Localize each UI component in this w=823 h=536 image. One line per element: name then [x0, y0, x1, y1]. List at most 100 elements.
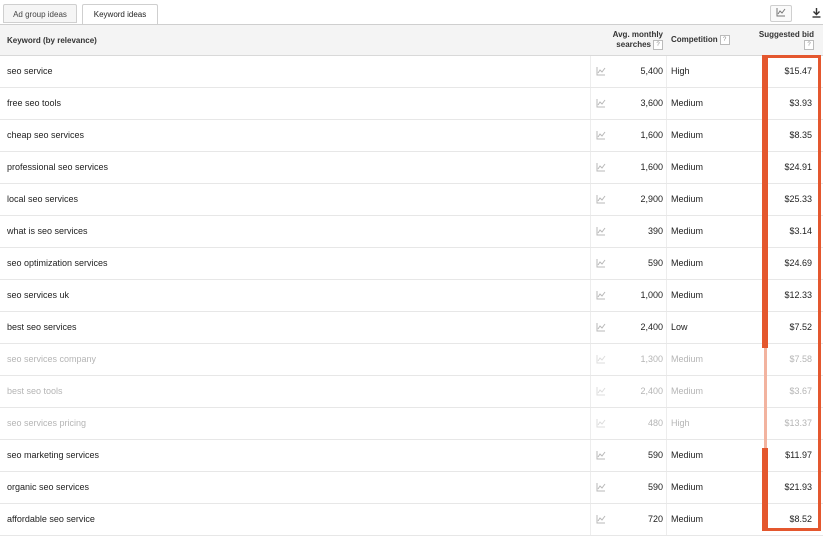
keyword-table-body: seo service 5,400 High $15.47 free seo tools…: [0, 56, 823, 536]
table-row: best seo tools 2,400 Medium $3.67: [0, 376, 823, 408]
competition-cell: High: [671, 418, 690, 428]
keyword-cell[interactable]: what is seo services: [7, 216, 88, 247]
competition-help-icon[interactable]: ?: [719, 35, 730, 45]
keyword-cell[interactable]: organic seo services: [7, 472, 89, 503]
column-divider: [590, 152, 591, 183]
suggested-bid-cell: $7.52: [789, 322, 812, 332]
header-avg-line2: searches?: [603, 40, 663, 50]
trend-chart-icon[interactable]: [596, 504, 608, 535]
trend-chart-icon[interactable]: [596, 344, 608, 375]
table-row: seo marketing services 590 Medium $11.97: [0, 440, 823, 472]
table-row: seo services company 1,300 Medium $7.58: [0, 344, 823, 376]
keyword-cell[interactable]: best seo tools: [7, 376, 63, 407]
table-row: local seo services 2,900 Medium $25.33: [0, 184, 823, 216]
column-divider: [666, 216, 667, 247]
avg-monthly-searches-cell: 1,600: [640, 130, 663, 140]
keyword-cell[interactable]: seo services company: [7, 344, 96, 375]
competition-cell: Medium: [671, 514, 704, 524]
keyword-cell[interactable]: seo service: [7, 56, 53, 87]
avg-help-icon[interactable]: ?: [653, 40, 663, 50]
column-divider: [590, 472, 591, 503]
trend-chart-icon[interactable]: [596, 248, 608, 279]
column-divider: [666, 120, 667, 151]
column-divider: [590, 184, 591, 215]
column-divider: [590, 408, 591, 439]
trend-chart-icon[interactable]: [596, 56, 608, 87]
highlight-box-top: [762, 55, 821, 58]
trend-chart-icon[interactable]: [596, 88, 608, 119]
trend-chart-icon[interactable]: [596, 120, 608, 151]
trend-chart-icon[interactable]: [596, 152, 608, 183]
trend-chart-icon[interactable]: [596, 216, 608, 247]
bid-help-icon[interactable]: ?: [804, 40, 814, 50]
column-divider: [666, 152, 667, 183]
tab-ad-group-ideas[interactable]: Ad group ideas: [3, 4, 77, 23]
trend-chart-icon[interactable]: [596, 280, 608, 311]
avg-monthly-searches-cell: 1,300: [640, 354, 663, 364]
avg-monthly-searches-cell: 720: [647, 514, 663, 524]
column-divider: [666, 184, 667, 215]
keyword-cell[interactable]: seo optimization services: [7, 248, 108, 279]
avg-monthly-searches-cell: 390: [647, 226, 663, 236]
column-divider: [590, 504, 591, 535]
column-divider: [590, 120, 591, 151]
trend-chart-icon[interactable]: [596, 472, 608, 503]
keyword-cell[interactable]: affordable seo service: [7, 504, 95, 535]
highlight-box-right: [818, 55, 821, 531]
column-divider: [666, 344, 667, 375]
column-divider: [590, 56, 591, 87]
header-keyword[interactable]: Keyword (by relevance): [7, 36, 97, 45]
avg-monthly-searches-cell: 590: [647, 482, 663, 492]
avg-monthly-searches-cell: 590: [647, 258, 663, 268]
column-divider: [666, 472, 667, 503]
keyword-cell[interactable]: best seo services: [7, 312, 77, 343]
column-divider: [590, 344, 591, 375]
column-divider: [590, 280, 591, 311]
header-suggested-bid[interactable]: Suggested bid ?: [752, 30, 814, 50]
suggested-bid-cell: $24.91: [784, 162, 812, 172]
highlight-box-left-lower: [762, 448, 768, 530]
table-header: Keyword (by relevance) Avg. monthly sear…: [0, 25, 823, 56]
suggested-bid-cell: $25.33: [784, 194, 812, 204]
competition-cell: Medium: [671, 386, 704, 396]
trend-chart-icon[interactable]: [596, 440, 608, 471]
keyword-cell[interactable]: seo services uk: [7, 280, 69, 311]
download-button[interactable]: [808, 5, 823, 22]
trend-chart-icon[interactable]: [596, 312, 608, 343]
table-row: free seo tools 3,600 Medium $3.93: [0, 88, 823, 120]
column-divider: [590, 248, 591, 279]
keyword-cell[interactable]: professional seo services: [7, 152, 108, 183]
competition-cell: Medium: [671, 258, 704, 268]
keyword-cell[interactable]: seo marketing services: [7, 440, 99, 471]
column-divider: [666, 56, 667, 87]
table-row: best seo services 2,400 Low $7.52: [0, 312, 823, 344]
keyword-cell[interactable]: free seo tools: [7, 88, 61, 119]
tab-keyword-ideas[interactable]: Keyword ideas: [82, 4, 158, 25]
table-row: seo services pricing 480 High $13.37: [0, 408, 823, 440]
suggested-bid-cell: $13.37: [784, 418, 812, 428]
header-competition[interactable]: Competition?: [671, 35, 730, 45]
trend-chart-icon[interactable]: [596, 408, 608, 439]
chart-toggle-button[interactable]: [770, 5, 792, 22]
suggested-bid-cell: $12.33: [784, 290, 812, 300]
competition-cell: Medium: [671, 482, 704, 492]
keyword-cell[interactable]: cheap seo services: [7, 120, 84, 151]
suggested-bid-cell: $3.93: [789, 98, 812, 108]
trend-chart-icon[interactable]: [596, 184, 608, 215]
competition-cell: Medium: [671, 354, 704, 364]
competition-cell: Medium: [671, 162, 704, 172]
competition-cell: Medium: [671, 450, 704, 460]
column-divider: [590, 216, 591, 247]
competition-cell: Medium: [671, 290, 704, 300]
table-row: seo services uk 1,000 Medium $12.33: [0, 280, 823, 312]
keyword-cell[interactable]: seo services pricing: [7, 408, 86, 439]
highlight-box-left: [762, 56, 768, 348]
suggested-bid-cell: $8.35: [789, 130, 812, 140]
download-icon: [812, 7, 821, 20]
trend-chart-icon[interactable]: [596, 376, 608, 407]
keyword-cell[interactable]: local seo services: [7, 184, 78, 215]
suggested-bid-cell: $24.69: [784, 258, 812, 268]
header-avg-monthly-searches[interactable]: Avg. monthly searches?: [603, 30, 663, 50]
column-divider: [666, 280, 667, 311]
avg-monthly-searches-cell: 480: [647, 418, 663, 428]
